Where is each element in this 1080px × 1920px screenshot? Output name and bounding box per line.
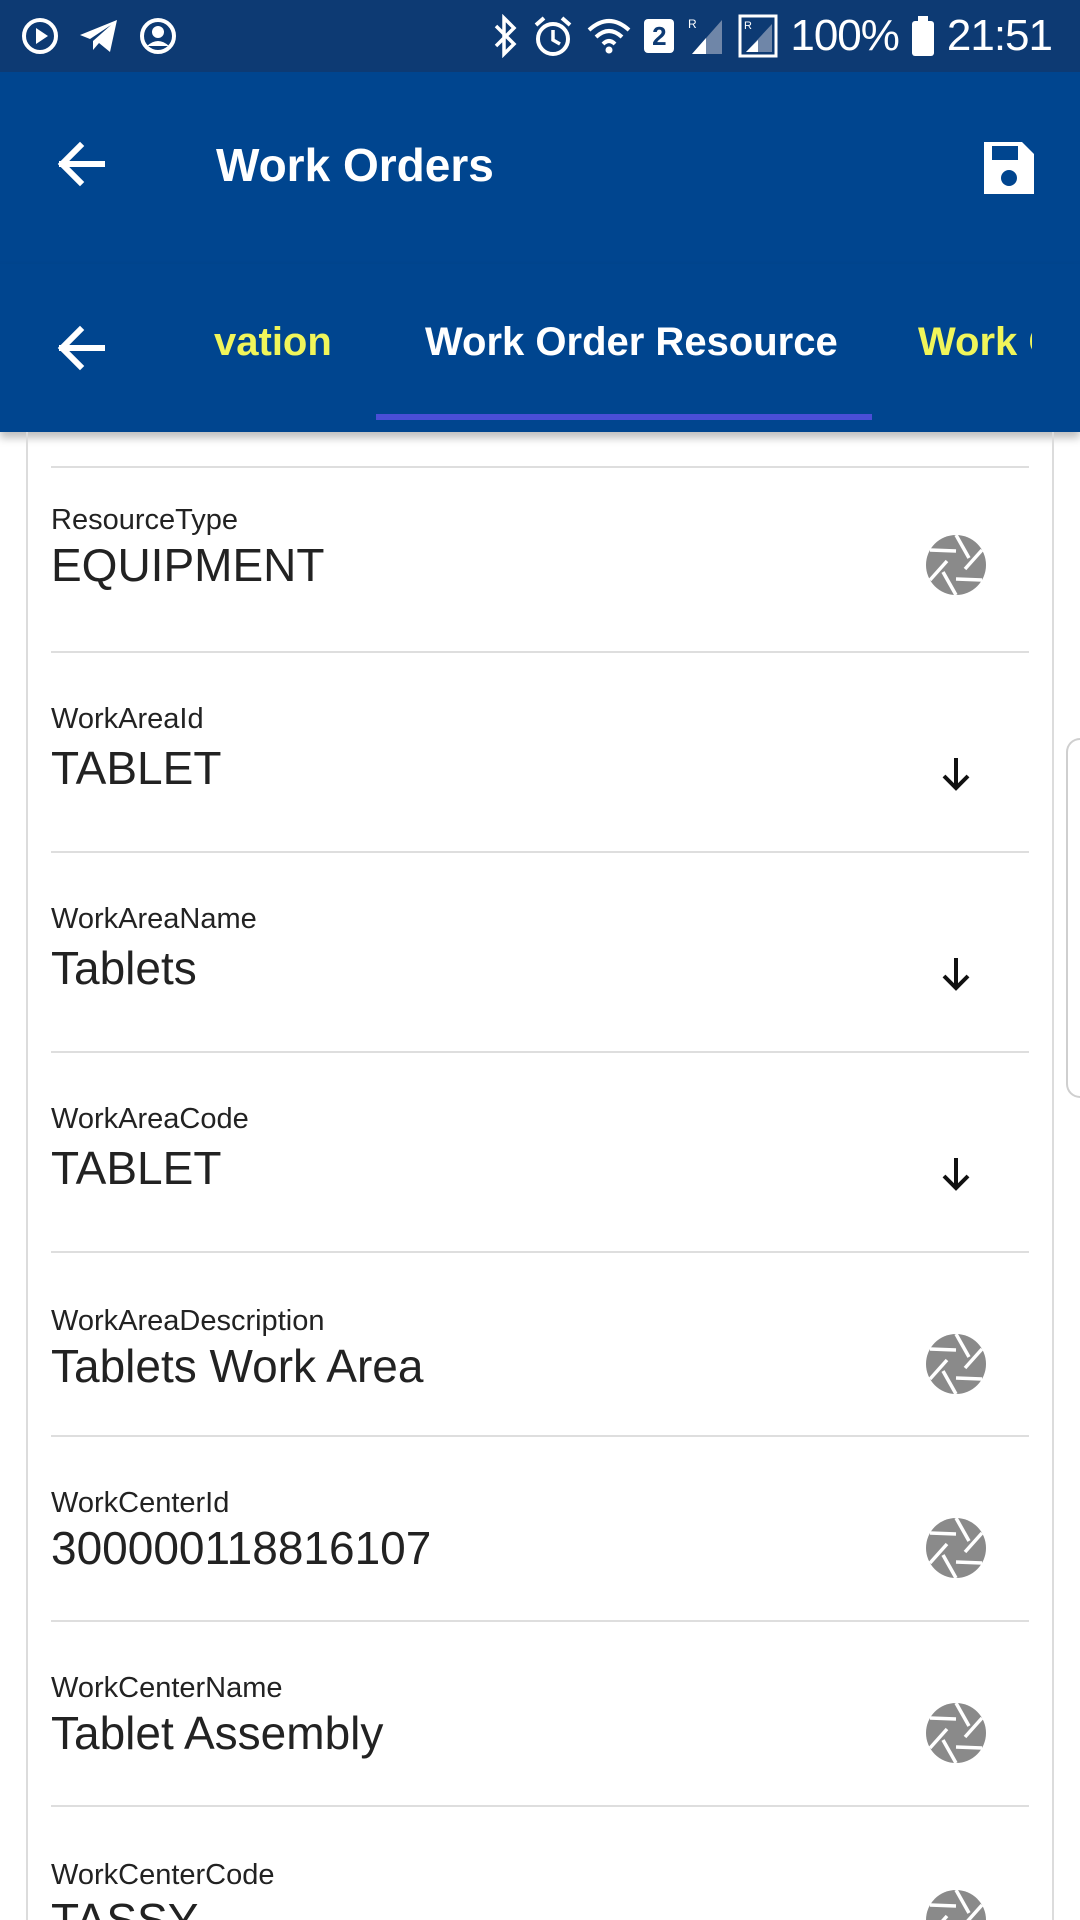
field-work-area-code[interactable]: WorkAreaCode TABLET	[51, 1053, 1029, 1251]
field-value: TABLET	[51, 1142, 222, 1194]
tab-work-order-resource[interactable]: Work Order Resource	[425, 320, 838, 365]
field-label: WorkAreaId	[51, 703, 204, 735]
field-value: Tablets Work Area	[51, 1340, 424, 1392]
field-work-center-id[interactable]: WorkCenterId 300000118816107	[51, 1437, 1029, 1621]
tab-previous[interactable]: vation	[214, 320, 332, 365]
field-work-center-name[interactable]: WorkCenterName Tablet Assembly	[51, 1622, 1029, 1806]
field-value: TABLET	[51, 742, 222, 794]
field-label: ResourceType	[51, 504, 238, 536]
card-border	[1052, 432, 1054, 1920]
camera-shutter-icon[interactable]	[923, 532, 989, 598]
clock: 21:51	[946, 11, 1053, 60]
field-label: WorkCenterCode	[51, 1859, 275, 1891]
arrow-down-icon[interactable]	[923, 1141, 989, 1207]
camera-shutter-icon[interactable]	[923, 1515, 989, 1581]
field-label: WorkAreaCode	[51, 1103, 249, 1135]
alarm-icon	[532, 14, 574, 58]
signal-icon: R	[686, 14, 726, 58]
tab-next[interactable]: Work O	[918, 320, 1032, 365]
camera-shutter-icon[interactable]	[923, 1700, 989, 1766]
card-border	[26, 432, 28, 1920]
status-bar: 2 R R 100% 21:51	[0, 0, 1080, 72]
app-bar: Work Orders	[0, 72, 1080, 264]
active-tab-indicator	[376, 414, 872, 420]
field-work-area-id[interactable]: WorkAreaId TABLET	[51, 653, 1029, 851]
back-arrow-icon[interactable]	[52, 132, 116, 196]
wifi-icon	[586, 16, 632, 56]
field-label: WorkCenterName	[51, 1672, 283, 1704]
arrow-down-icon[interactable]	[923, 941, 989, 1007]
signal-icon: R	[738, 14, 778, 58]
tab-back-arrow-icon[interactable]	[52, 316, 116, 380]
field-work-center-code[interactable]: WorkCenterCode TASSY	[51, 1807, 1029, 1920]
field-work-area-description[interactable]: WorkAreaDescription Tablets Work Area	[51, 1253, 1029, 1437]
camera-shutter-icon[interactable]	[923, 1331, 989, 1397]
media-play-icon	[20, 16, 60, 56]
tab-bar: vation Work Order Resource Work O	[0, 264, 1080, 432]
system-status-icons: 2 R R 100% 21:51	[490, 10, 1053, 62]
sim-badge: 2	[644, 19, 675, 53]
battery-percent: 100%	[790, 11, 900, 60]
field-value: Tablets	[51, 942, 197, 994]
camera-shutter-icon[interactable]	[923, 1887, 989, 1920]
field-work-area-name[interactable]: WorkAreaName Tablets	[51, 853, 1029, 1051]
svg-text:R: R	[688, 17, 697, 31]
svg-text:R: R	[744, 20, 752, 32]
field-value: Tablet Assembly	[51, 1707, 384, 1759]
field-value: EQUIPMENT	[51, 539, 325, 591]
field-label: WorkAreaDescription	[51, 1305, 325, 1337]
field-value: 300000118816107	[51, 1522, 432, 1574]
account-circle-icon	[138, 16, 178, 56]
form-content: ResourceType EQUIPMENT WorkAreaId TABLET…	[0, 432, 1080, 1920]
bluetooth-icon	[490, 14, 520, 58]
field-resource-type[interactable]: ResourceType EQUIPMENT	[51, 468, 1029, 654]
field-value: TASSY	[51, 1894, 199, 1920]
page-title: Work Orders	[216, 139, 494, 191]
field-label: WorkAreaName	[51, 903, 257, 935]
scroll-handle[interactable]	[1066, 738, 1080, 1098]
field-label: WorkCenterId	[51, 1487, 230, 1519]
telegram-icon	[78, 16, 120, 56]
battery-icon	[911, 14, 935, 58]
arrow-down-icon[interactable]	[923, 741, 989, 807]
notification-icons	[20, 14, 178, 58]
save-icon[interactable]	[978, 138, 1038, 198]
